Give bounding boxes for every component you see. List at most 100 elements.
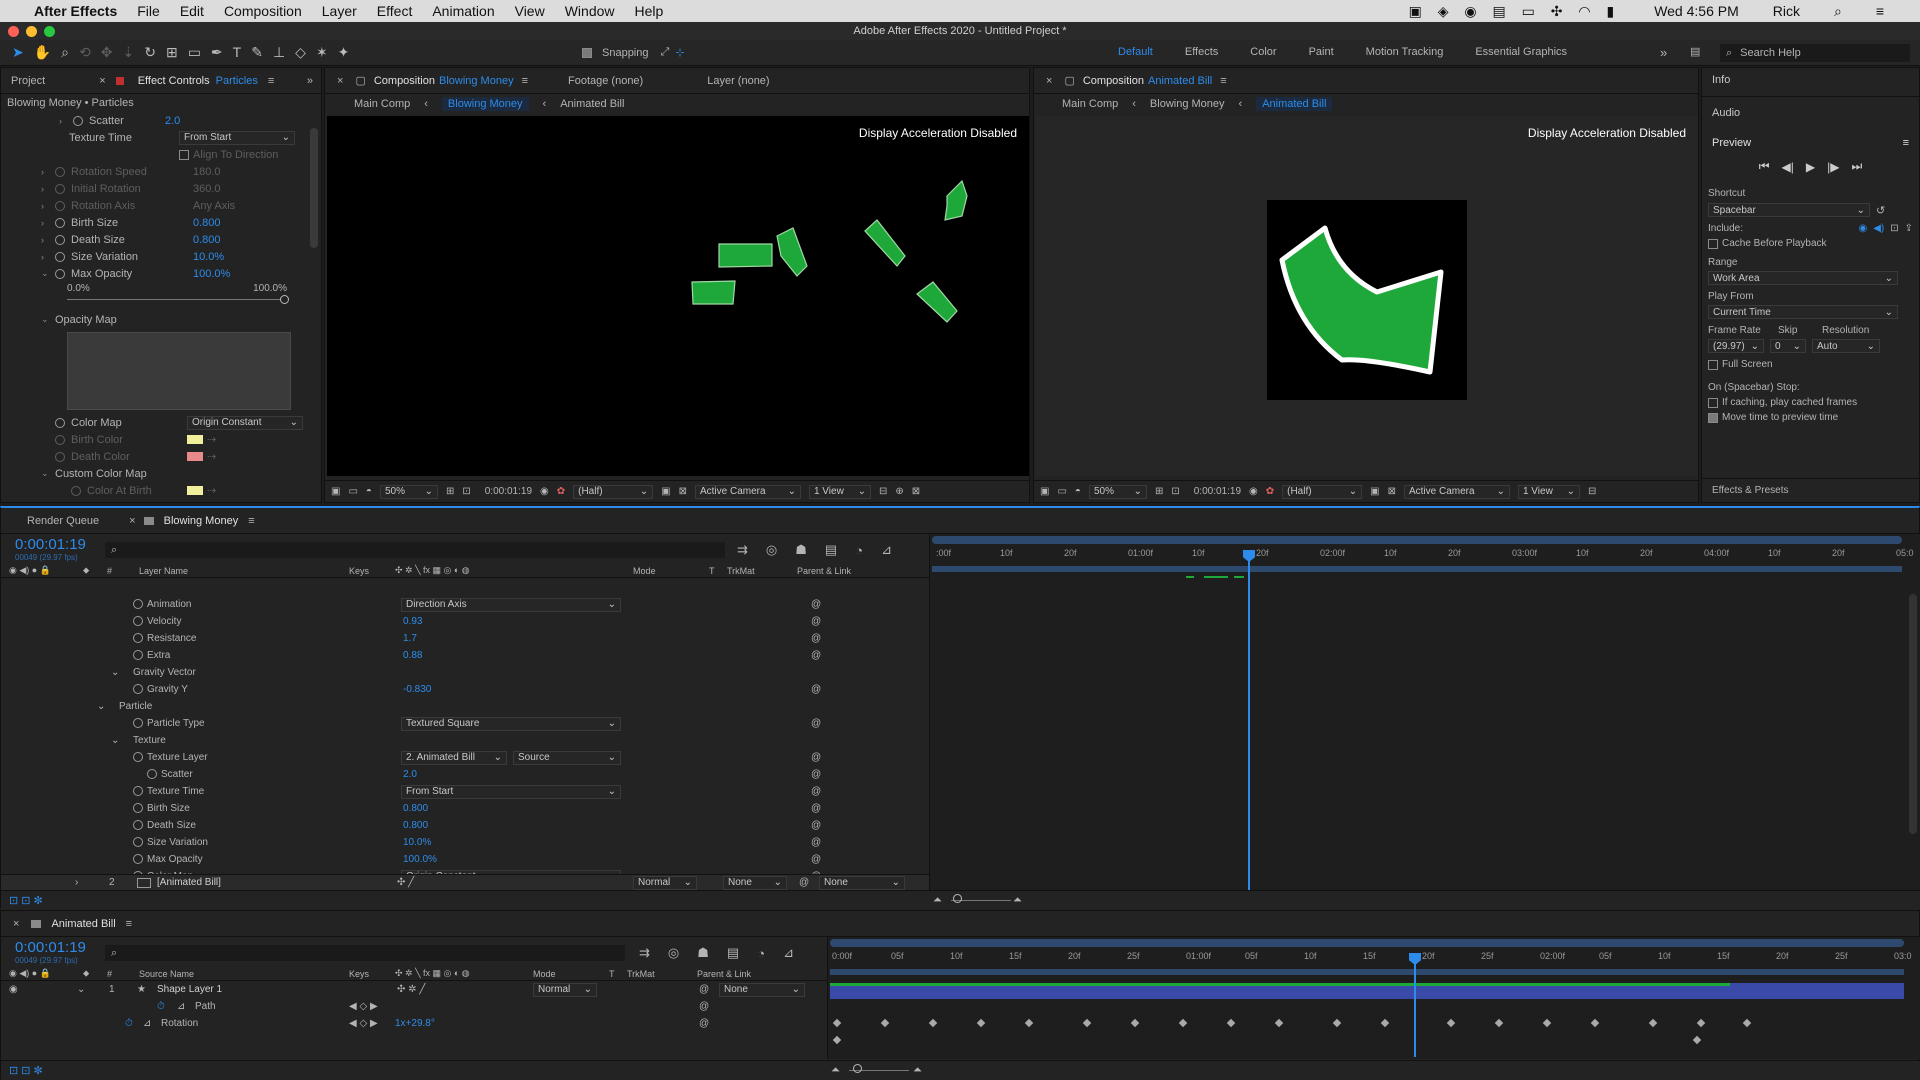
- property-row[interactable]: Resistance 1.7 @: [1, 630, 929, 647]
- effect-controls-layer[interactable]: Particles: [216, 75, 258, 87]
- rotation-value[interactable]: 1x+29.8°: [395, 1018, 435, 1029]
- draft-3d-icon[interactable]: ◎: [668, 945, 679, 961]
- comp-mini-flowchart-icon[interactable]: ⊡ ⊡ ✼: [9, 1064, 43, 1077]
- stopwatch-icon[interactable]: [133, 854, 143, 864]
- snapping-checkbox[interactable]: [582, 47, 592, 58]
- tab-animated-bill[interactable]: Animated Bill: [41, 911, 125, 937]
- zoom-out-icon[interactable]: ⏶: [933, 894, 942, 907]
- col-t[interactable]: T: [609, 969, 615, 979]
- audio-panel-label[interactable]: Audio: [1702, 96, 1919, 119]
- snapshot-icon[interactable]: ◉: [1249, 486, 1258, 497]
- property-row[interactable]: Death Size 0.800 @: [1, 817, 929, 834]
- zoom-dropdown[interactable]: 50% ⌄: [1088, 484, 1147, 499]
- work-area-bar[interactable]: [830, 939, 1904, 947]
- tab-blowing-money[interactable]: Blowing Money: [154, 508, 249, 534]
- pen-tool-icon[interactable]: ✒: [211, 44, 223, 61]
- clock[interactable]: Wed 4:56 PM: [1654, 3, 1739, 19]
- col-parent[interactable]: Parent & Link: [797, 566, 851, 576]
- zoom-window-icon[interactable]: [44, 26, 55, 37]
- property-value[interactable]: 2.0: [403, 769, 417, 780]
- zoom-dropdown[interactable]: 50% ⌄: [379, 484, 438, 499]
- comp-name[interactable]: Animated Bill: [1148, 75, 1212, 87]
- close-tab-icon[interactable]: ×: [13, 918, 19, 930]
- death-color-swatch[interactable]: [187, 452, 203, 461]
- tab-composition[interactable]: Composition: [374, 75, 435, 87]
- shy-icon[interactable]: ☗: [697, 945, 709, 961]
- panel-menu-icon[interactable]: ≡: [268, 75, 274, 87]
- crumb-animated-bill[interactable]: Animated Bill: [560, 98, 624, 110]
- size-variation-value[interactable]: 10.0%: [193, 251, 224, 263]
- death-size-value[interactable]: 0.800: [193, 234, 221, 246]
- viewer[interactable]: Display Acceleration Disabled: [1036, 116, 1698, 476]
- reset-icon[interactable]: ↺: [1876, 204, 1885, 217]
- stopwatch-icon[interactable]: [147, 769, 157, 779]
- always-preview-icon[interactable]: ▣: [331, 486, 340, 497]
- pickwhip-icon[interactable]: @: [811, 650, 821, 661]
- expand-panel-icon[interactable]: »: [307, 75, 313, 87]
- shortcut-dropdown[interactable]: Spacebar ⌄: [1708, 203, 1870, 217]
- rotation-keyframe[interactable]: [1692, 1035, 1702, 1045]
- prev-frame-icon[interactable]: ◀|: [1782, 160, 1794, 174]
- viewer[interactable]: Display Acceleration Disabled: [327, 116, 1029, 476]
- menu-composition[interactable]: Composition: [224, 3, 302, 19]
- camera-dropdown[interactable]: Active Camera ⌄: [1403, 484, 1510, 499]
- parent-dropdown[interactable]: None ⌄: [719, 982, 805, 997]
- col-keys[interactable]: Keys: [349, 566, 369, 576]
- panel-menu-icon[interactable]: ≡: [1903, 137, 1909, 149]
- motion-blur-icon[interactable]: ◔: [757, 946, 765, 961]
- path-keyframe[interactable]: [976, 1018, 986, 1028]
- pan-tool-icon[interactable]: ✥: [101, 44, 113, 61]
- graph-editor-icon[interactable]: ⊿: [783, 945, 794, 961]
- dolly-tool-icon[interactable]: ⇣: [122, 44, 134, 61]
- zoom-out-icon[interactable]: ⏶: [831, 1064, 840, 1077]
- clone-tool-icon[interactable]: ⊥: [273, 44, 285, 61]
- property-value[interactable]: 0.800: [403, 803, 428, 814]
- pickwhip-icon[interactable]: @: [811, 718, 821, 729]
- workspace-default[interactable]: Default: [1118, 46, 1153, 58]
- path-keyframe[interactable]: [832, 1018, 842, 1028]
- col-trkmat[interactable]: TrkMat: [627, 969, 655, 979]
- last-frame-icon[interactable]: ⏭: [1851, 159, 1862, 174]
- zoom-slider-handle[interactable]: [853, 1064, 862, 1073]
- stopwatch-icon[interactable]: [133, 820, 143, 830]
- path-keyframe[interactable]: [1274, 1018, 1284, 1028]
- menu-animation[interactable]: Animation: [432, 3, 494, 19]
- workspace-effects[interactable]: Effects: [1185, 46, 1218, 58]
- path-keyframe[interactable]: [1332, 1018, 1342, 1028]
- property-row[interactable]: Particle Type Textured Square ⌄ @: [1, 715, 929, 732]
- views-dropdown[interactable]: 1 View ⌄: [808, 484, 871, 499]
- slider-handle[interactable]: [280, 295, 289, 304]
- channel-icon[interactable]: ✿: [557, 486, 565, 497]
- workspace-paint[interactable]: Paint: [1309, 46, 1334, 58]
- parent-dropdown[interactable]: None ⌄: [819, 875, 905, 890]
- panel-menu-icon[interactable]: ≡: [1220, 75, 1226, 87]
- workspace-essential-graphics[interactable]: Essential Graphics: [1475, 46, 1567, 58]
- expand-triangle-icon[interactable]: ⌄: [111, 667, 119, 678]
- work-area-range[interactable]: [932, 566, 1902, 572]
- transparency-icon[interactable]: ⊠: [679, 486, 687, 497]
- stopwatch-icon[interactable]: [133, 837, 143, 847]
- frame-blend-icon[interactable]: ▤: [825, 542, 837, 558]
- pickwhip-icon[interactable]: @: [811, 803, 821, 814]
- menu-view[interactable]: View: [515, 3, 545, 19]
- work-area-range[interactable]: [830, 969, 1904, 975]
- property-dropdown[interactable]: From Start ⌄: [401, 784, 621, 799]
- blend-mode-dropdown[interactable]: Normal ⌄: [533, 982, 597, 997]
- layer-search-input[interactable]: ⌕: [105, 945, 625, 961]
- col-trkmat[interactable]: TrkMat: [727, 566, 755, 576]
- effects-presets-label[interactable]: Effects & Presets: [1702, 478, 1919, 502]
- expand-triangle-icon[interactable]: ⌄: [111, 735, 119, 746]
- toggle-icon[interactable]: ⊟: [879, 486, 887, 497]
- stopwatch-icon[interactable]: [133, 650, 143, 660]
- property-row[interactable]: Animation Direction Axis ⌄ @: [1, 596, 929, 613]
- pickwhip-icon[interactable]: @: [699, 1001, 709, 1012]
- menu-file[interactable]: File: [137, 3, 160, 19]
- pickwhip-icon[interactable]: @: [811, 684, 821, 695]
- max-opacity-value[interactable]: 100.0%: [193, 268, 230, 280]
- opacity-map-graph[interactable]: [67, 332, 291, 410]
- stopwatch-icon[interactable]: [133, 616, 143, 626]
- rotate-tool-icon[interactable]: ↻: [144, 44, 156, 61]
- pickwhip-icon[interactable]: @: [811, 820, 821, 831]
- mask-icon[interactable]: ◓: [1075, 486, 1081, 497]
- timeline-scrollbar[interactable]: [1909, 594, 1917, 834]
